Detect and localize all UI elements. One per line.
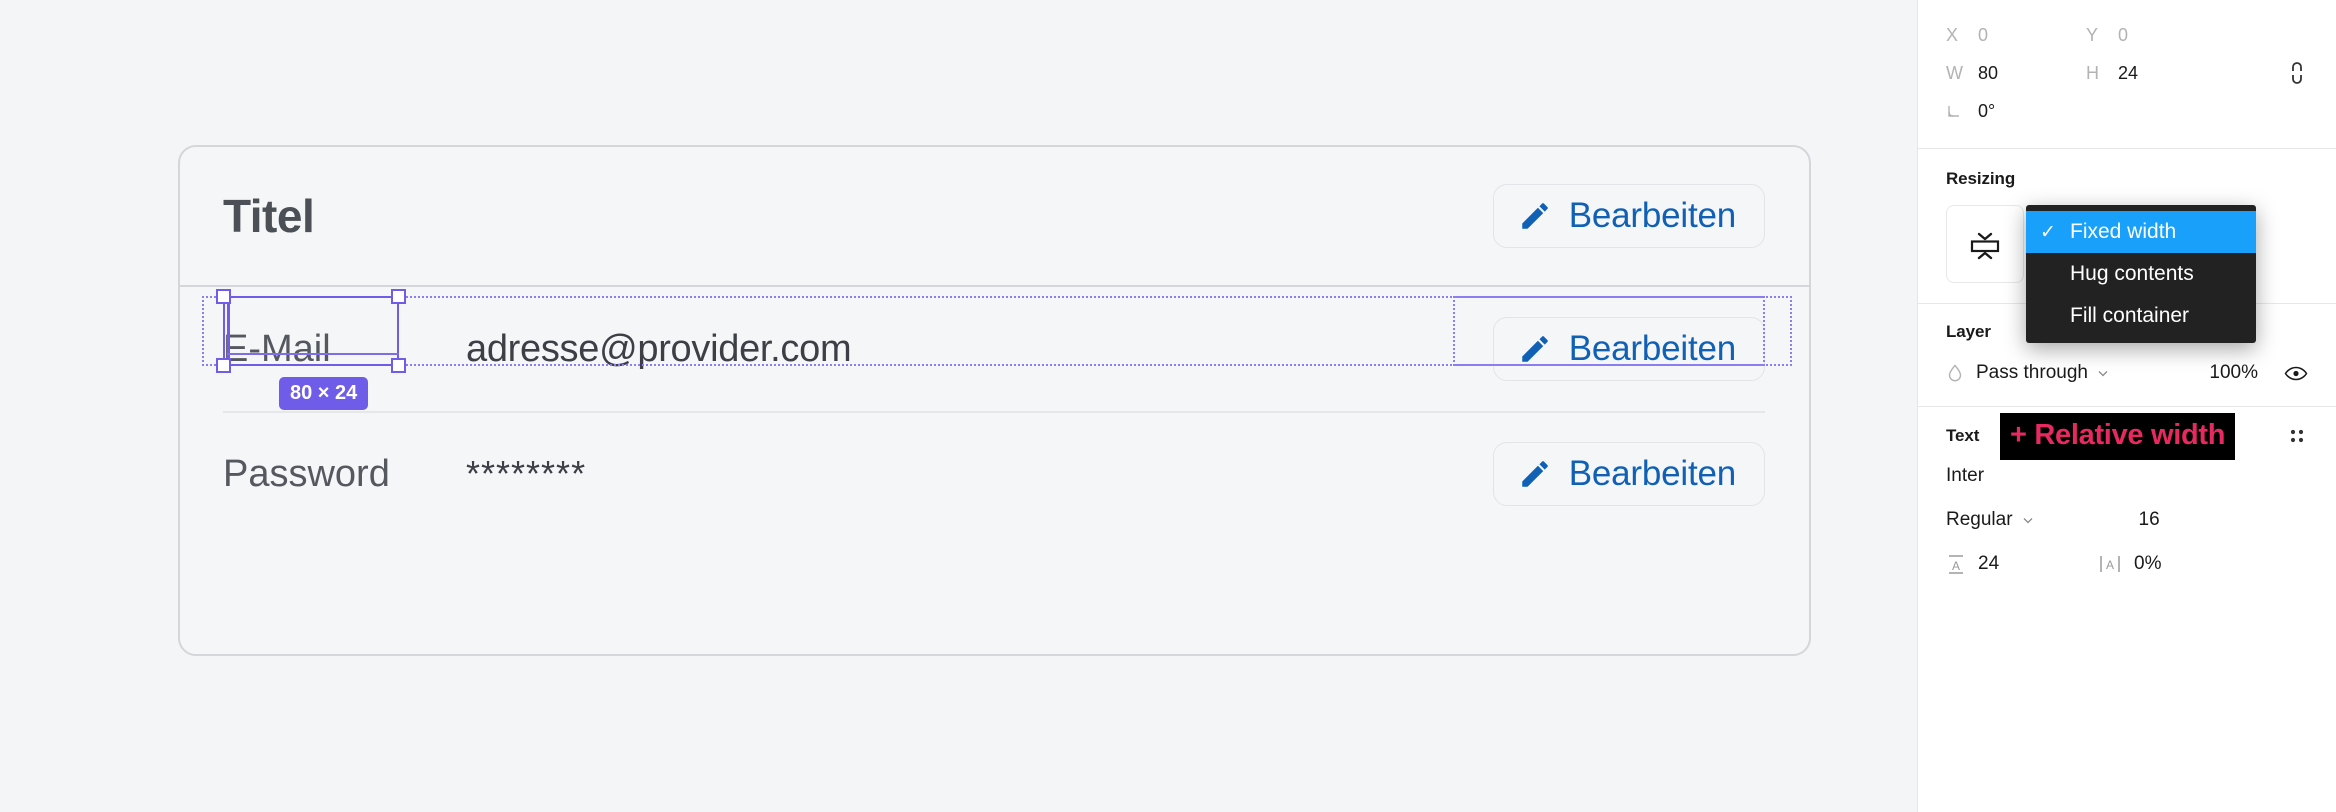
resizing-section: Resizing ✓ Fixed width Hug contents Fill… [1918, 149, 2336, 460]
font-size-field[interactable]: 16 [2139, 509, 2160, 531]
x-value: 0 [1978, 24, 1989, 45]
row-label-email: E-Mail [223, 327, 331, 370]
menu-item-label: Hug contents [2070, 262, 2194, 285]
menu-item-fixed-width[interactable]: ✓ Fixed width [2026, 211, 2256, 253]
resize-handle-top-left[interactable] [216, 289, 231, 304]
x-field[interactable]: X 0 [1946, 25, 2086, 46]
x-label: X [1946, 24, 1959, 45]
text-metrics-row: A 24 A 0% [1946, 553, 2308, 575]
page-title: Titel [223, 190, 315, 242]
resizing-title: Resizing [1946, 169, 2016, 188]
blend-mode-select[interactable]: Pass through [1976, 362, 2110, 384]
edit-email-button[interactable]: Bearbeiten [1492, 317, 1765, 381]
font-weight-select[interactable]: Regular [1946, 509, 2035, 531]
row-label-password: Password [223, 452, 390, 495]
table-row[interactable]: Password ******** Bearbeiten [223, 411, 1765, 535]
height-field[interactable]: H 24 [2086, 63, 2226, 84]
unlink-aspect-ratio-icon[interactable] [2286, 59, 2308, 87]
rotation-angle-icon [1946, 103, 1978, 119]
svg-text:A: A [2106, 558, 2114, 572]
menu-item-hug-contents[interactable]: Hug contents [2026, 253, 2256, 295]
edit-password-button[interactable]: Bearbeiten [1492, 442, 1765, 506]
blend-mode-droplet-icon [1946, 363, 1964, 383]
y-label: Y [2086, 24, 2099, 45]
line-height-icon: A [1946, 553, 1966, 575]
line-height-field[interactable]: A 24 [1946, 553, 2098, 575]
svg-text:A: A [1952, 559, 1960, 573]
vertical-resize-icon[interactable] [1946, 205, 2024, 283]
eye-icon[interactable] [2284, 365, 2308, 382]
menu-item-fill-container[interactable]: Fill container [2026, 295, 2256, 337]
profile-card: Titel Bearbeiten E-Mail adresse@provider… [178, 145, 1811, 656]
geometry-section: X 0 Y 0 W 80 H 24 0° [1918, 0, 2336, 148]
menu-item-label: Fixed width [2070, 220, 2177, 243]
card-header: Titel Bearbeiten [180, 147, 1809, 287]
menu-item-label: Fill container [2070, 304, 2190, 327]
edit-title-button[interactable]: Bearbeiten [1492, 184, 1765, 248]
line-height-value: 24 [1978, 553, 2000, 574]
w-value: 80 [1978, 62, 1999, 83]
chevron-down-icon [2096, 366, 2110, 380]
card-body: E-Mail adresse@provider.com Bearbeiten 8… [180, 287, 1809, 535]
resizing-dropdown-menu[interactable]: ✓ Fixed width Hug contents Fill containe… [2026, 205, 2256, 343]
width-field[interactable]: W 80 [1946, 63, 2086, 84]
letter-spacing-field[interactable]: A 0% [2098, 553, 2250, 575]
y-field[interactable]: Y 0 [2086, 25, 2226, 46]
rotation-row: 0° [1946, 92, 2308, 130]
letter-spacing-icon: A [2098, 553, 2122, 575]
more-options-grid-icon[interactable] [2286, 425, 2308, 447]
font-family-field[interactable]: Inter [1946, 465, 2308, 487]
design-canvas[interactable]: Titel Bearbeiten E-Mail adresse@provider… [0, 0, 1917, 812]
edit-password-button-label: Bearbeiten [1568, 454, 1736, 493]
annotation-relative-width: + Relative width [2000, 413, 2236, 460]
blend-mode-value: Pass through [1976, 362, 2088, 383]
edit-email-button-label: Bearbeiten [1568, 329, 1736, 368]
w-label: W [1946, 62, 1963, 83]
text-title: Text [1946, 426, 1980, 445]
row-value-password: ******** [466, 453, 587, 494]
selection-size-badge: 80 × 24 [279, 377, 369, 410]
pencil-icon [1518, 457, 1552, 491]
chevron-down-icon [2021, 513, 2035, 527]
font-style-row: Regular 16 [1946, 509, 2308, 531]
opacity-value[interactable]: 100% [2209, 362, 2258, 384]
table-row[interactable]: E-Mail adresse@provider.com Bearbeiten 8… [202, 287, 1792, 411]
resize-handle-top-right[interactable] [391, 289, 406, 304]
letter-spacing-value: 0% [2134, 553, 2162, 574]
rotation-value: 0° [1978, 100, 1996, 121]
size-row: W 80 H 24 [1946, 54, 2308, 92]
position-row: X 0 Y 0 [1946, 16, 2308, 54]
pencil-icon [1518, 332, 1552, 366]
pencil-icon [1518, 199, 1552, 233]
row-value-email: adresse@provider.com [466, 327, 852, 370]
edit-title-button-label: Bearbeiten [1568, 196, 1736, 235]
properties-panel: X 0 Y 0 W 80 H 24 0° Resizing ✓ Fixed wi… [1917, 0, 2336, 812]
h-value: 24 [2118, 62, 2139, 83]
rotation-field[interactable]: 0° [1946, 101, 2086, 122]
y-value: 0 [2118, 24, 2129, 45]
layer-blend-row: Pass through 100% [1946, 356, 2308, 390]
check-icon: ✓ [2040, 221, 2056, 243]
font-weight-value: Regular [1946, 509, 2013, 530]
h-label: H [2086, 62, 2099, 83]
